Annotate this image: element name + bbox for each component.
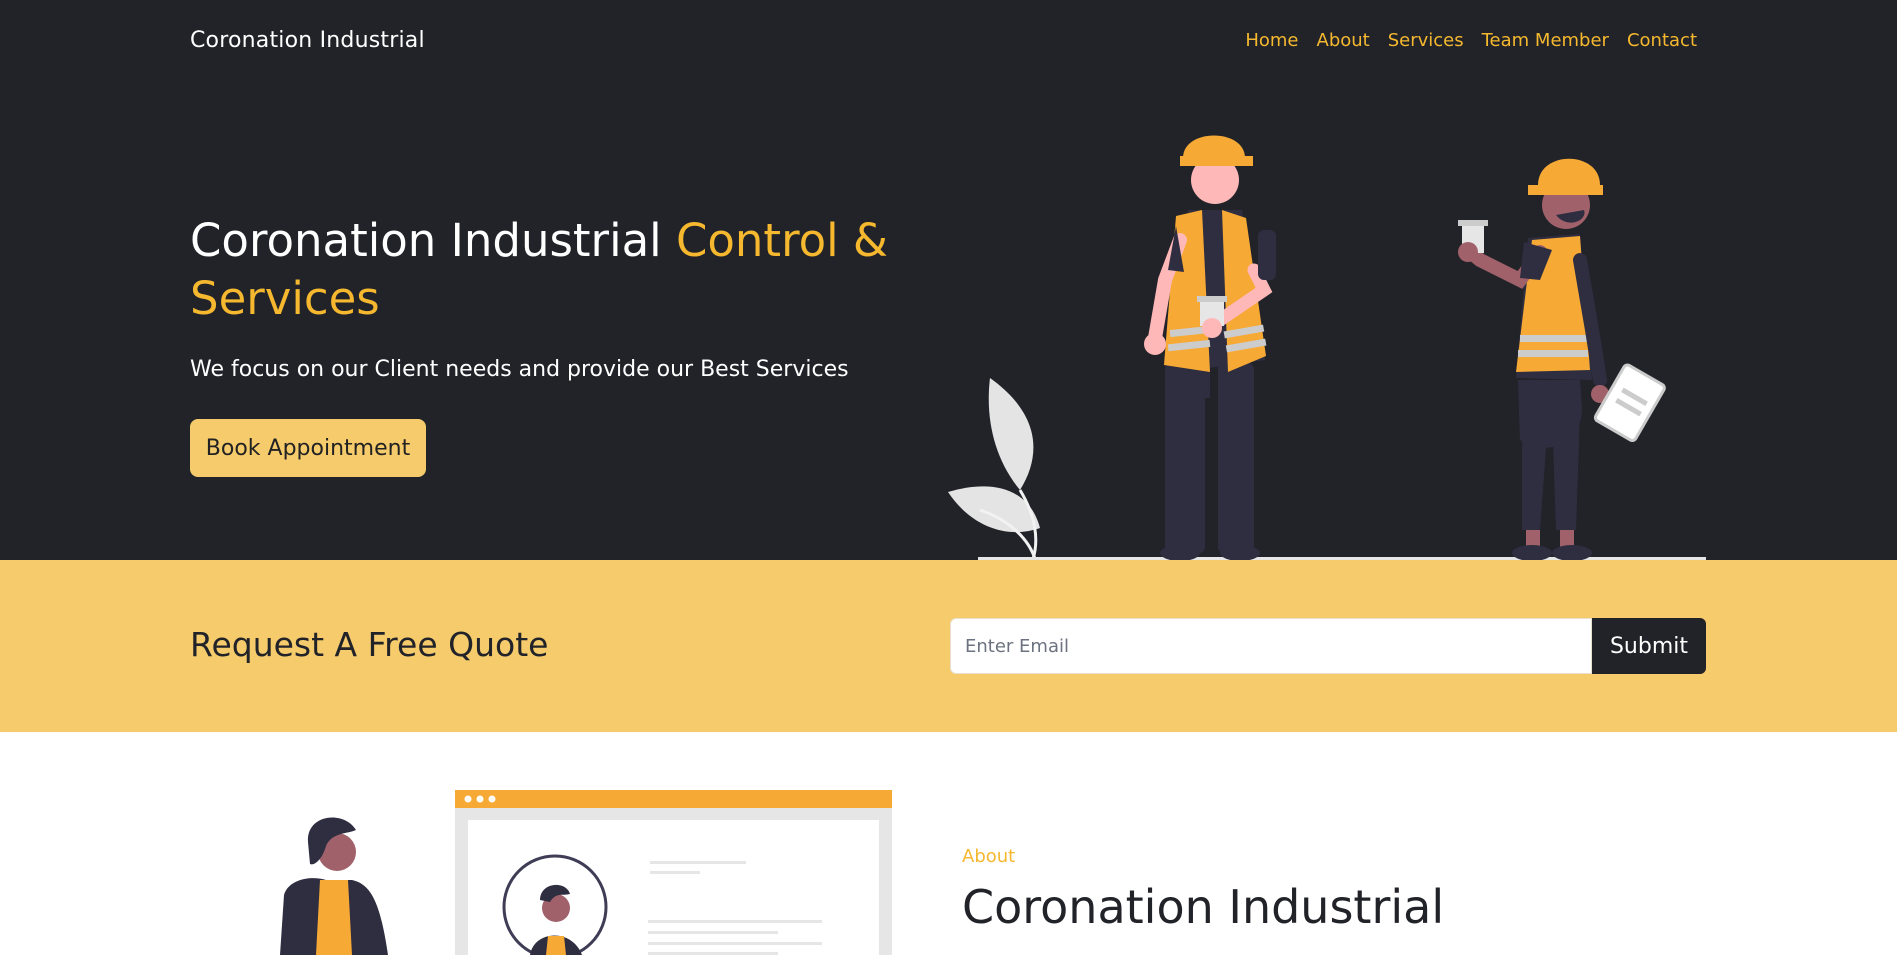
- plant-icon: [948, 378, 1040, 560]
- hero-section: Coronation Industrial Home About Service…: [0, 0, 1897, 560]
- nav-home[interactable]: Home: [1245, 30, 1298, 51]
- worker-one-figure: [1144, 135, 1276, 560]
- hero-title: Coronation Industrial Control & Services: [190, 212, 910, 328]
- quote-title: Request A Free Quote: [190, 625, 549, 664]
- person-figure: [280, 817, 388, 955]
- hero-title-main: Coronation Industrial: [190, 214, 676, 267]
- about-illustration: [280, 790, 892, 955]
- submit-button[interactable]: Submit: [1592, 618, 1706, 674]
- about-label: About: [962, 846, 1016, 867]
- nav-team-member[interactable]: Team Member: [1482, 30, 1609, 51]
- nav-about[interactable]: About: [1317, 30, 1370, 51]
- page: Coronation Industrial Home About Service…: [0, 0, 1897, 955]
- nav-services[interactable]: Services: [1388, 30, 1464, 51]
- about-title: Coronation Industrial: [962, 880, 1445, 934]
- main-nav: Home About Services Team Member Contact: [1245, 30, 1697, 51]
- workers-illustration: [948, 135, 1706, 560]
- nav-contact[interactable]: Contact: [1627, 30, 1697, 51]
- worker-two-figure: [1458, 158, 1666, 560]
- brand-logo[interactable]: Coronation Industrial: [190, 28, 425, 53]
- book-appointment-button[interactable]: Book Appointment: [190, 419, 426, 477]
- hero-subtitle: We focus on our Client needs and provide…: [190, 357, 849, 382]
- email-input[interactable]: [950, 618, 1592, 674]
- browser-window-icon: [455, 790, 892, 955]
